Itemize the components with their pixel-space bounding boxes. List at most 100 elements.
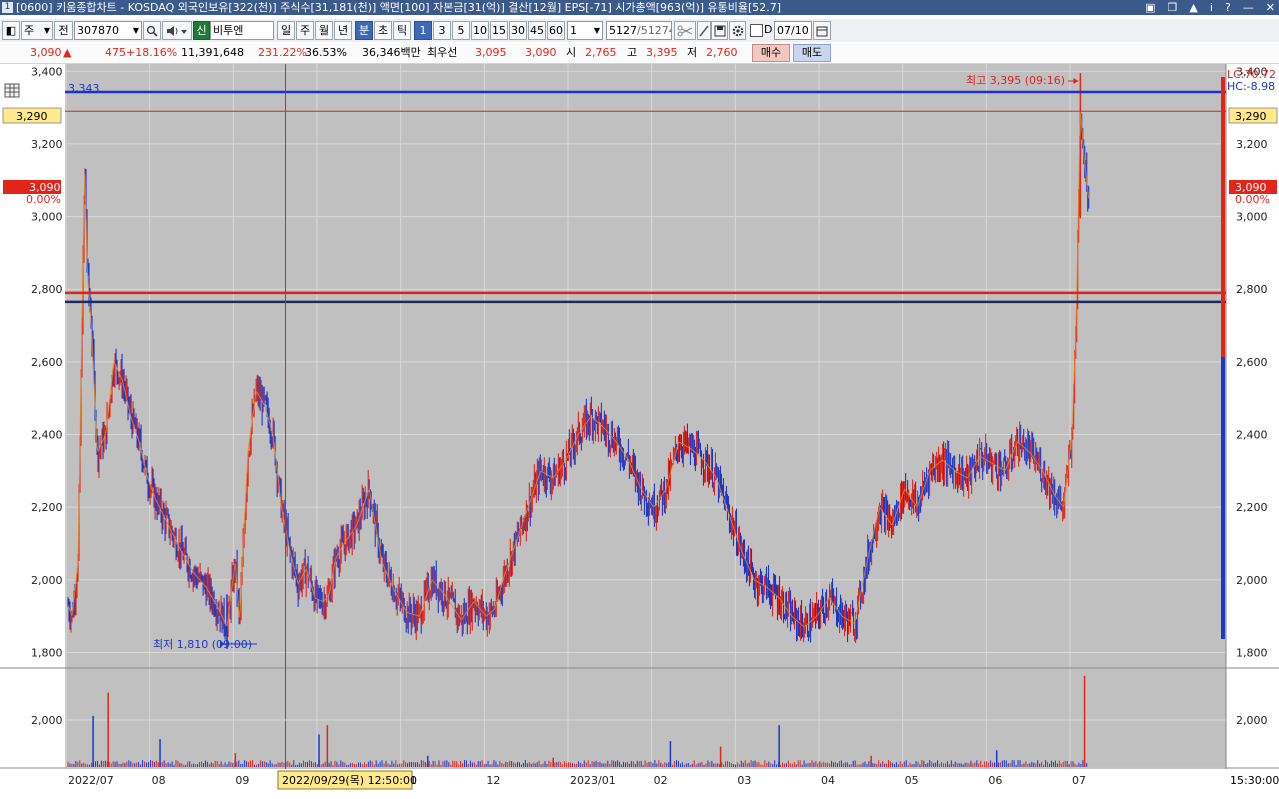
x-tick-label: 2023/01 — [570, 774, 616, 787]
period-month-tab[interactable]: 월 — [315, 21, 333, 40]
x-tick-label: 12 — [486, 774, 500, 787]
close-icon[interactable]: ✕ — [1266, 0, 1275, 15]
gear-icon[interactable] — [729, 21, 746, 40]
y-tick-label-right: 2,800 — [1236, 283, 1268, 296]
speaker-icon[interactable] — [162, 21, 192, 40]
turnover-rate: 36.53% — [305, 46, 347, 59]
new-listing-badge: 신 — [193, 21, 210, 40]
period-day-tab[interactable]: 일 — [277, 21, 295, 40]
interval-count-select[interactable]: 1 ▼ — [567, 21, 603, 40]
period-year-tab[interactable]: 년 — [334, 21, 352, 40]
stock-name-field[interactable]: 비투엔 — [210, 21, 274, 40]
period-week-tab[interactable]: 주 — [296, 21, 314, 40]
up-arrow-icon: ▲ — [63, 46, 72, 59]
best-ask-label: 최우선 — [427, 46, 458, 59]
app-icon: 1 — [2, 2, 13, 13]
open-price: 2,765 — [585, 46, 617, 59]
interval-3-button[interactable]: 3 — [433, 21, 451, 40]
chevron-down-icon: ▼ — [43, 26, 50, 35]
x-tick-label: 03 — [737, 774, 751, 787]
layout-icon[interactable]: ◧ — [2, 21, 20, 40]
pin-icon[interactable]: ▲ — [1189, 0, 1197, 15]
y-tick-label-right: 2,400 — [1236, 429, 1268, 442]
y-tick-label-left: 3,200 — [31, 138, 63, 151]
open-label: 시 — [566, 46, 577, 59]
chevron-down-icon: ▼ — [593, 26, 600, 35]
market-select[interactable]: 주 ▼ — [21, 21, 53, 40]
volume-ratio: 231.22% — [258, 46, 307, 59]
bar-count-input[interactable]: 5127/51274 — [606, 21, 672, 40]
chart-toolbar: ◧ 주 ▼ 전 307870 ▼ 신 비투엔 일 주 월 년 분 초 틱 1 3 5… — [0, 19, 1279, 42]
marker-label-right: 3,290 — [1235, 110, 1267, 123]
quote-info-bar: 3,090 ▲ 475 +18.16% 11,391,648 231.22% 3… — [0, 43, 1279, 64]
window-title: [0600] 키움종합차트 - KOSDAQ 외국인보유[322(천)] 주식수… — [16, 1, 782, 14]
volume-tick-left: 2,000 — [31, 714, 63, 727]
high-annotation: 최고 3,395 (09:16) — [966, 74, 1065, 87]
y-tick-label-right: 2,600 — [1236, 356, 1268, 369]
chart-area[interactable]: 1,800 2,000 2,200 2,400 2,600 2,800 3,000 3,200… — [0, 64, 1279, 796]
low-annotation: 최저 1,810 (09:00) — [153, 638, 252, 651]
interval-5-button[interactable]: 5 — [452, 21, 470, 40]
x-tick-label: 02 — [654, 774, 668, 787]
clock-label: 15:30:00 — [1230, 774, 1279, 787]
period-minute-tab[interactable]: 분 — [355, 21, 373, 40]
stock-code-input[interactable]: 307870 ▼ — [74, 21, 142, 40]
y-tick-label-left: 2,200 — [31, 501, 63, 514]
best-bid: 3,090 — [525, 46, 557, 59]
copy-window-icon[interactable]: ❐ — [1168, 0, 1178, 15]
d-checkbox[interactable] — [750, 24, 763, 37]
info-icon[interactable]: i — [1210, 0, 1213, 15]
period-second-tab[interactable]: 초 — [374, 21, 392, 40]
sell-button[interactable]: 매도 — [793, 44, 831, 62]
all-stocks-button[interactable]: 전 — [54, 21, 73, 40]
y-tick-label-left: 3,000 — [31, 211, 63, 224]
x-tick-label: 04 — [821, 774, 835, 787]
pct-label-right: 0.00% — [1235, 193, 1270, 206]
change-rate: +18.16% — [126, 46, 178, 59]
interval-10-button[interactable]: 10 — [471, 21, 489, 40]
y-tick-label-right: 3,200 — [1236, 138, 1268, 151]
level-label-3343: 3,343 — [68, 82, 100, 95]
y-tick-label-left: 1,800 — [31, 646, 63, 659]
interval-30-button[interactable]: 30 — [509, 21, 527, 40]
interval-15-button[interactable]: 15 — [490, 21, 508, 40]
table-view-icon[interactable] — [4, 83, 20, 98]
y-tick-label-left: 3,400 — [31, 65, 63, 78]
pct-label-left: 0.00% — [26, 193, 61, 206]
range-bar-red — [1221, 77, 1225, 357]
interval-1-button[interactable]: 1 — [414, 21, 432, 40]
buy-button[interactable]: 매수 — [752, 44, 790, 62]
plot-background — [65, 64, 1226, 767]
volume: 11,391,648 — [181, 46, 244, 59]
help-icon[interactable]: ? — [1225, 0, 1231, 15]
scissors-icon[interactable] — [674, 21, 696, 40]
high-label: 고 — [627, 46, 638, 59]
x-tick-label: 08 — [152, 774, 166, 787]
pencil-icon[interactable] — [697, 21, 711, 40]
x-tick-label: 06 — [988, 774, 1002, 787]
calendar-icon[interactable] — [813, 21, 831, 40]
best-ask: 3,095 — [475, 46, 507, 59]
interval-60-button[interactable]: 60 — [547, 21, 565, 40]
minimize-icon[interactable]: — — [1243, 0, 1254, 15]
x-tick-label: 05 — [905, 774, 919, 787]
marker-label-left: 3,290 — [16, 110, 48, 123]
volume-tick-right: 2,000 — [1236, 714, 1268, 727]
y-tick-label-left: 2,000 — [31, 574, 63, 587]
period-tick-tab[interactable]: 틱 — [393, 21, 411, 40]
y-tick-label-left: 2,800 — [31, 283, 63, 296]
current-price: 3,090 — [30, 46, 62, 59]
search-icon[interactable] — [143, 21, 161, 40]
y-tick-label-right: 2,000 — [1236, 574, 1268, 587]
low-price: 2,760 — [706, 46, 738, 59]
save-icon[interactable] — [711, 21, 728, 40]
trade-amount: 36,346백만 — [362, 46, 421, 59]
x-tick-label: 09 — [235, 774, 249, 787]
date-input[interactable]: 07/10 — [774, 21, 812, 40]
price-change: 475 — [105, 46, 126, 59]
interval-45-button[interactable]: 45 — [528, 21, 546, 40]
link-window-icon[interactable]: ▣ — [1145, 0, 1155, 15]
y-tick-label-right: 3,000 — [1236, 211, 1268, 224]
y-tick-label-right: 1,800 — [1236, 646, 1268, 659]
price-chart[interactable]: 1,800 2,000 2,200 2,400 2,600 2,800 3,000 3,200… — [0, 64, 1279, 796]
